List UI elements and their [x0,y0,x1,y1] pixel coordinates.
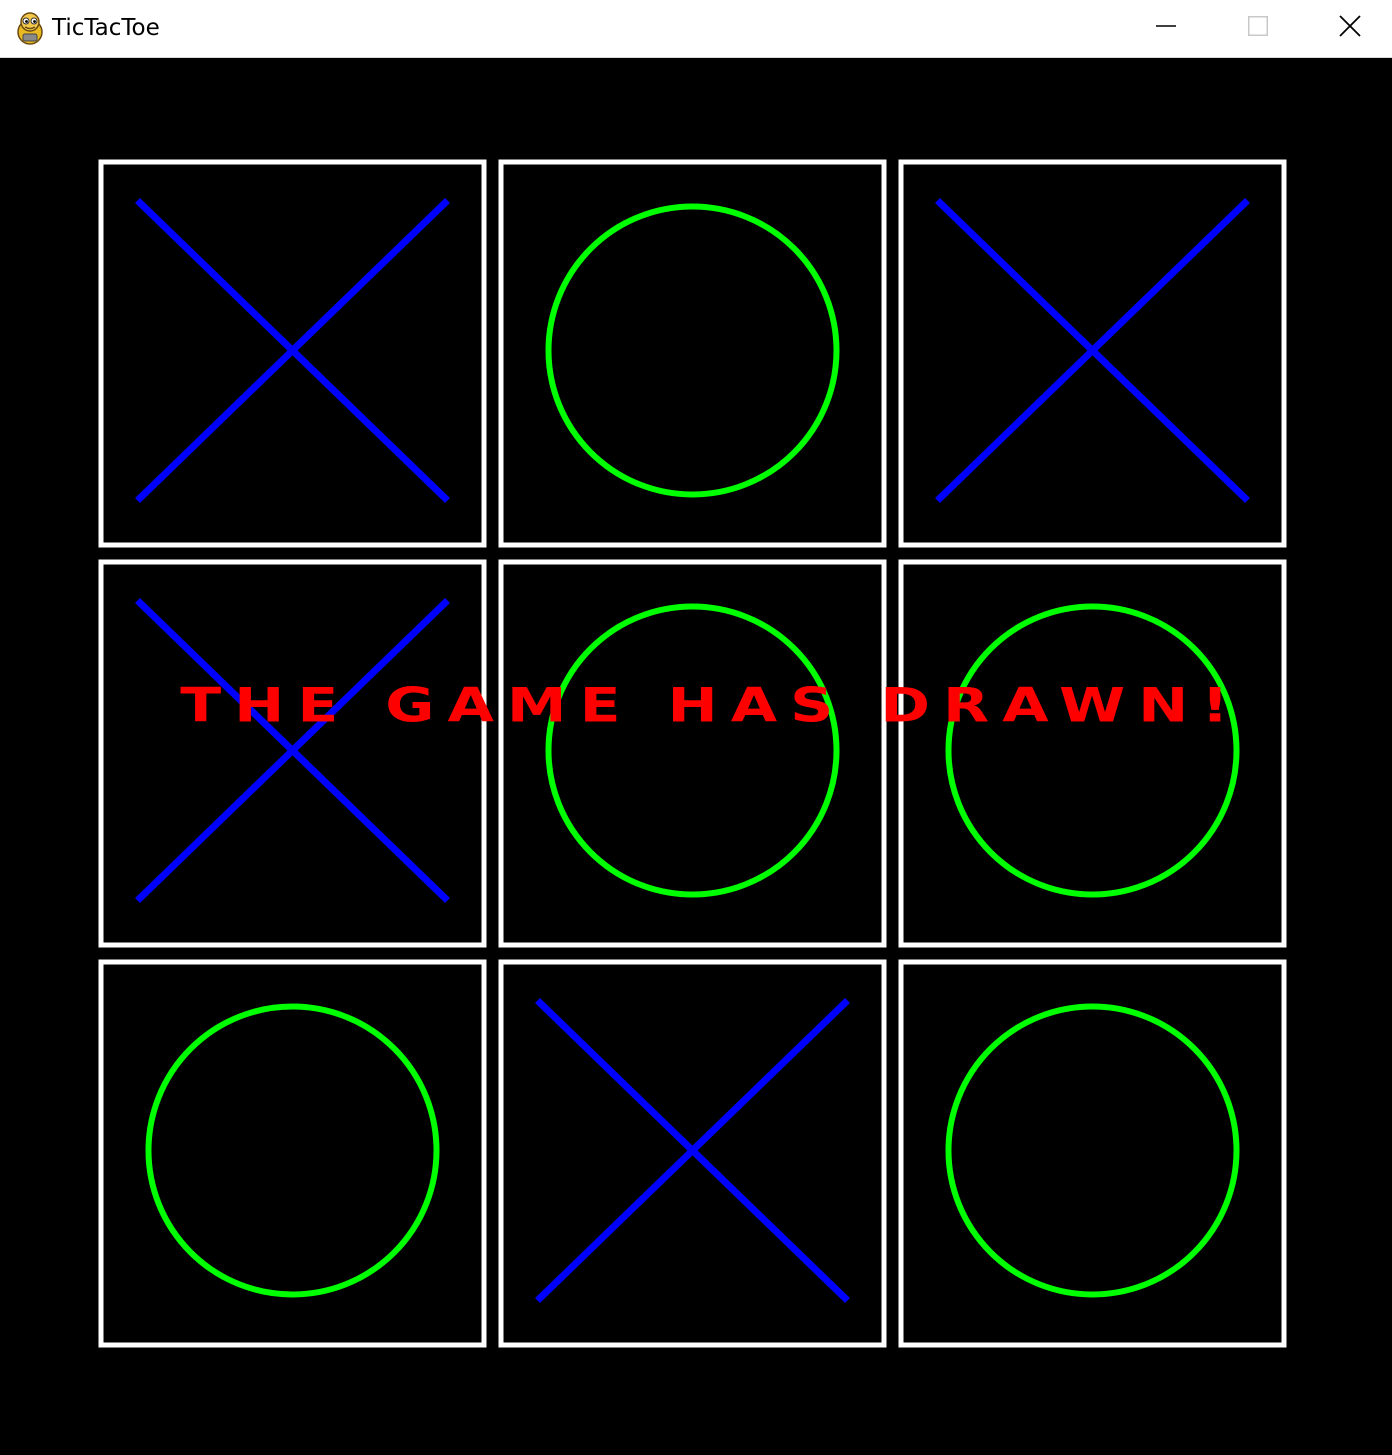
board-cell-r2-c2[interactable] [498,559,887,948]
tic-tac-toe-board[interactable] [0,59,1392,1455]
x-mark [535,997,850,1304]
maximize-icon [1248,15,1268,41]
maximize-button[interactable] [1212,0,1304,56]
o-mark [945,1003,1240,1298]
title-bar[interactable]: TicTacToe [0,0,1392,58]
board-cell-r2-c3[interactable] [898,559,1287,948]
x-mark [135,197,450,504]
board-cell-r1-c3[interactable] [898,159,1287,548]
game-canvas[interactable]: THE GAME HAS DRAWN! [0,59,1392,1455]
cell-border [898,959,1287,1348]
board-cell-r1-c2[interactable] [498,159,887,548]
board-cell-r1-c1[interactable] [98,159,487,548]
pygame-snake-icon [14,10,46,46]
cell-border [498,159,887,548]
o-mark [545,603,840,898]
board-cell-r2-c1[interactable] [98,559,487,948]
minimize-button[interactable] [1120,0,1212,56]
close-button[interactable] [1304,0,1392,56]
x-mark [135,597,450,904]
close-icon [1339,14,1361,42]
cell-border [898,559,1287,948]
window-title: TicTacToe [52,15,160,41]
cell-border [98,959,487,1348]
o-mark [945,603,1240,898]
board-cell-r3-c2[interactable] [498,959,887,1348]
board-cell-r3-c3[interactable] [898,959,1287,1348]
game-window: TicTacToe THE GAME HAS DRAWN! [0,0,1392,1455]
x-mark [935,197,1250,504]
o-mark [145,1003,440,1298]
o-mark [545,203,840,498]
minimize-icon [1156,16,1176,41]
cell-border [498,559,887,948]
board-cell-r3-c1[interactable] [98,959,487,1348]
